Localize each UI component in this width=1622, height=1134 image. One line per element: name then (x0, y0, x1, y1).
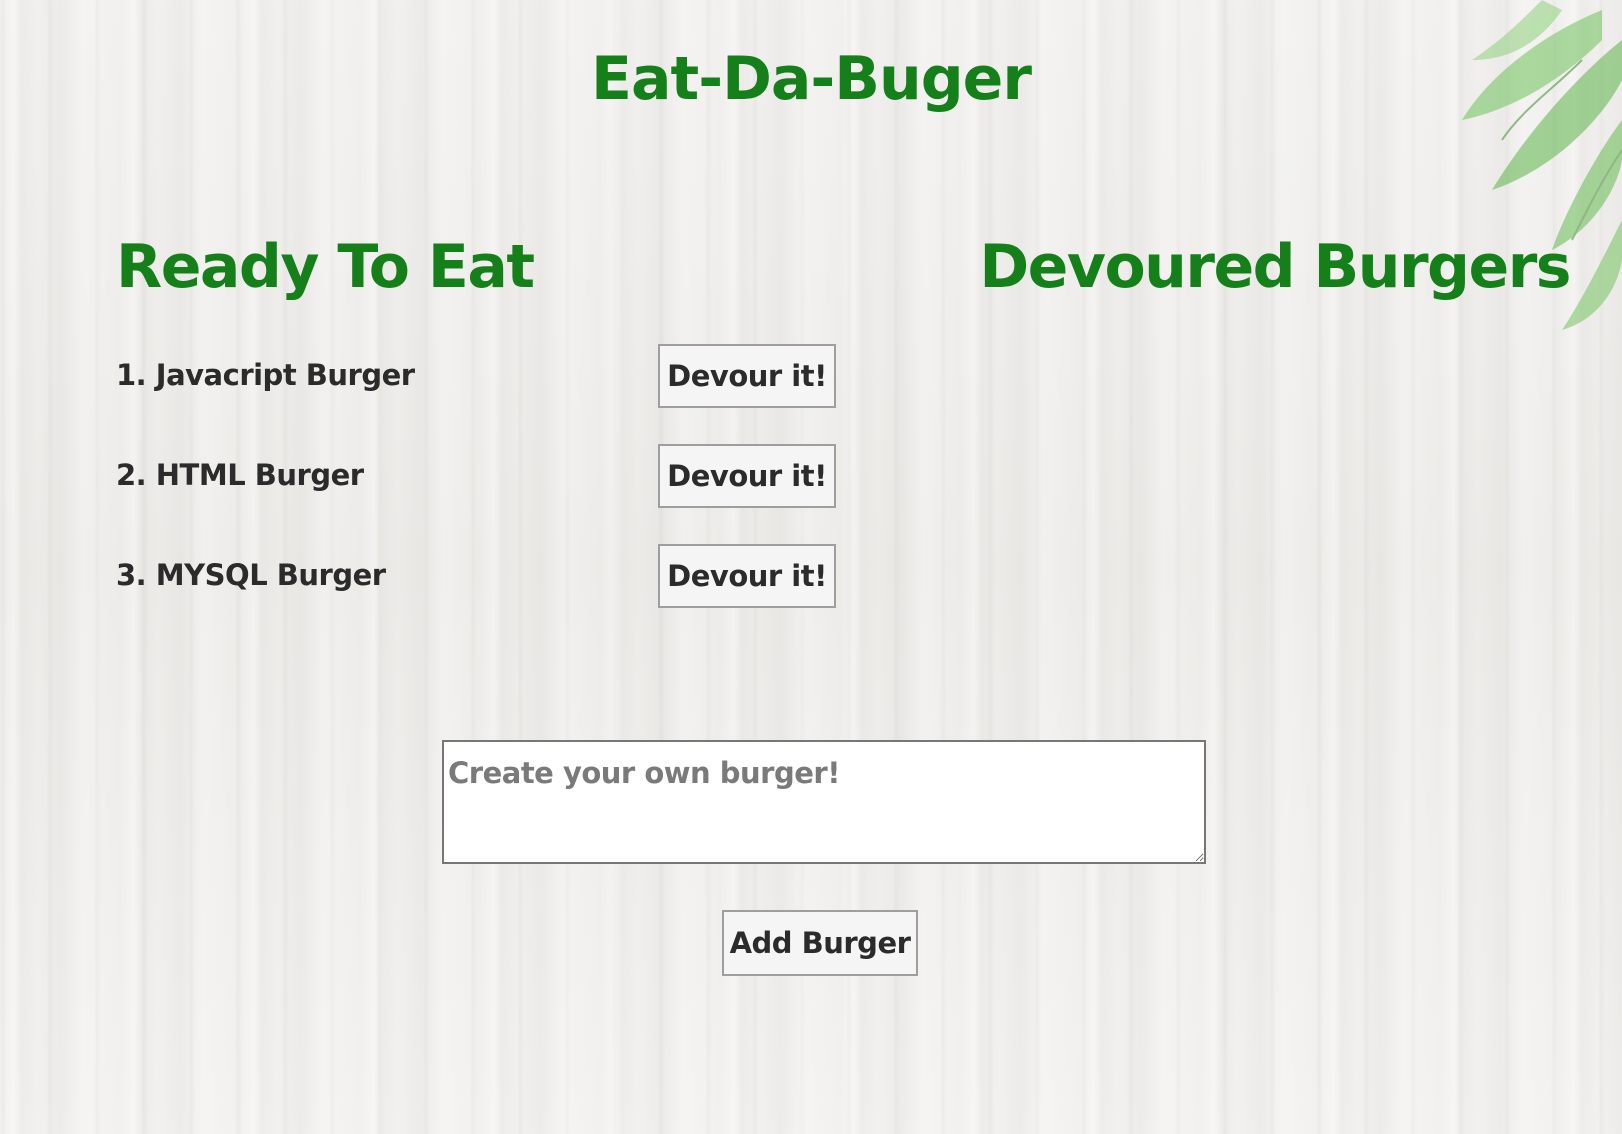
page-title: Eat-Da-Buger (591, 44, 1032, 114)
add-burger-button[interactable]: Add Burger (722, 910, 918, 976)
create-burger-form: Add Burger (442, 740, 1206, 976)
burger-name: 1. Javacript Burger (116, 358, 415, 392)
ready-to-eat-heading: Ready To Eat (116, 232, 535, 302)
devour-button[interactable]: Devour it! (658, 544, 836, 608)
burger-list-item: 2. HTML Burger Devour it! (116, 444, 836, 508)
devoured-burgers-heading: Devoured Burgers (979, 232, 1571, 302)
burger-list-item: 3. MYSQL Burger Devour it! (116, 544, 836, 608)
ready-burger-list: 1. Javacript Burger Devour it! 2. HTML B… (116, 344, 836, 644)
devour-button[interactable]: Devour it! (658, 344, 836, 408)
burger-list-item: 1. Javacript Burger Devour it! (116, 344, 836, 408)
burger-name: 2. HTML Burger (116, 458, 364, 492)
burger-name-textarea[interactable] (442, 740, 1206, 864)
devour-button[interactable]: Devour it! (658, 444, 836, 508)
burger-name: 3. MYSQL Burger (116, 558, 386, 592)
